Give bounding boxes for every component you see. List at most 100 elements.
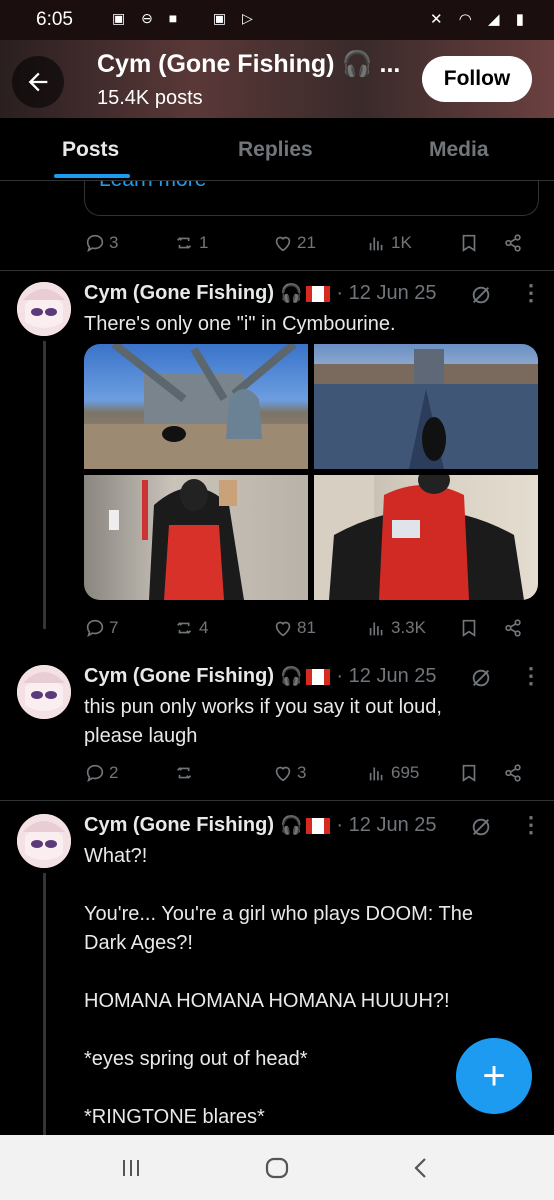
post-text-line	[84, 958, 524, 987]
post-date[interactable]: · 12 Jun 25	[336, 282, 436, 305]
bookmark-button[interactable]	[458, 762, 480, 784]
author-name[interactable]: Cym (Gone Fishing)	[84, 282, 274, 305]
canada-flag-icon	[306, 285, 331, 302]
media-image-1[interactable]	[84, 344, 308, 469]
bookmark-button[interactable]	[458, 617, 480, 639]
share-button[interactable]	[502, 617, 524, 639]
bookmark-icon	[462, 764, 476, 782]
views-icon	[369, 767, 383, 781]
follow-button[interactable]: Follow	[422, 56, 532, 102]
avatar-image	[17, 665, 71, 719]
views-icon	[369, 237, 383, 251]
reply-icon	[86, 764, 104, 783]
tab-media[interactable]: Media	[429, 138, 489, 162]
reply-button[interactable]: 7	[84, 617, 118, 639]
learn-more-card[interactable]: Learn more	[84, 181, 539, 216]
avatar-image	[17, 282, 71, 336]
home-icon[interactable]	[264, 1156, 290, 1180]
recent-apps-icon[interactable]	[120, 1157, 142, 1179]
bookmark-icon	[462, 619, 476, 637]
grok-icon[interactable]	[470, 667, 492, 689]
canada-flag-icon	[306, 668, 331, 685]
like-count: 21	[297, 233, 316, 252]
post-text: this pun only works if you say it out lo…	[84, 693, 524, 751]
reply-count: 3	[109, 233, 119, 252]
post-divider	[0, 800, 554, 801]
tab-posts[interactable]: Posts	[62, 138, 119, 162]
back-nav-icon[interactable]	[410, 1156, 432, 1180]
reply-button[interactable]: 2	[84, 762, 118, 784]
more-options-icon[interactable]: ⋮	[520, 812, 542, 838]
view-count: 695	[391, 763, 420, 782]
views-icon	[369, 622, 383, 636]
view-count: 1K	[391, 233, 412, 252]
learn-more-link[interactable]: Learn more	[99, 181, 206, 192]
share-icon	[505, 764, 521, 782]
post-header: Cym (Gone Fishing) 🎧 · 12 Jun 25	[84, 814, 437, 837]
repost-button[interactable]: 1	[174, 232, 208, 254]
post-date[interactable]: · 12 Jun 25	[336, 665, 436, 688]
system-icons: ✕ ◠ ◢ ▮	[430, 11, 530, 28]
headphones-emoji: 🎧	[280, 815, 303, 835]
profile-tabs: Posts Replies Media	[0, 118, 554, 181]
post-text: There's only one "i" in Cymbourine.	[84, 313, 396, 335]
like-button[interactable]: 21	[272, 232, 316, 254]
reply-count: 2	[109, 763, 119, 782]
back-button[interactable]	[12, 56, 64, 108]
profile-header: Cym (Gone Fishing) 🎧 ... 15.4K posts Fol…	[0, 40, 554, 118]
views-button[interactable]: 1K	[366, 232, 412, 254]
avatar[interactable]	[17, 665, 71, 719]
repost-icon	[177, 767, 192, 779]
post-text-line: HOMANA HOMANA HOMANA HUUUH?!	[84, 990, 450, 1012]
author-name[interactable]: Cym (Gone Fishing)	[84, 665, 274, 688]
arrow-left-icon	[28, 72, 48, 92]
post-text-line	[84, 1016, 524, 1045]
like-count: 81	[297, 618, 316, 637]
post-text-line: *RINGTONE blares*	[84, 1106, 265, 1128]
post-text-line: Dark Ages?!	[84, 932, 193, 954]
repost-count: 4	[199, 618, 209, 637]
bookmark-icon	[462, 234, 476, 252]
media-image-2[interactable]	[314, 344, 538, 469]
bookmark-button[interactable]	[458, 232, 480, 254]
heart-icon	[275, 621, 291, 637]
grok-icon[interactable]	[470, 816, 492, 838]
repost-count: 1	[199, 233, 209, 252]
repost-button[interactable]: 4	[174, 617, 208, 639]
views-button[interactable]: 3.3K	[366, 617, 426, 639]
share-button[interactable]	[502, 762, 524, 784]
reply-button[interactable]: 3	[84, 232, 118, 254]
post-date[interactable]: · 12 Jun 25	[336, 814, 436, 837]
tab-replies[interactable]: Replies	[238, 138, 313, 162]
like-count: 3	[297, 763, 307, 782]
views-button[interactable]: 695	[366, 762, 419, 784]
post-text-line	[84, 871, 524, 900]
author-name[interactable]: Cym (Gone Fishing)	[84, 814, 274, 837]
post-divider	[0, 270, 554, 271]
avatar[interactable]	[17, 814, 71, 868]
compose-button[interactable]: +	[456, 1038, 532, 1114]
more-options-icon[interactable]: ⋮	[520, 663, 542, 689]
grok-icon[interactable]	[470, 284, 492, 306]
like-button[interactable]: 3	[272, 762, 306, 784]
status-time: 6:05	[36, 9, 73, 30]
repost-button[interactable]	[174, 762, 199, 784]
share-icon	[505, 619, 521, 637]
canada-flag-icon	[306, 817, 331, 834]
headphones-emoji: 🎧	[280, 666, 303, 686]
like-button[interactable]: 81	[272, 617, 316, 639]
heart-icon	[275, 766, 291, 782]
tab-indicator	[54, 174, 130, 178]
avatar[interactable]	[17, 282, 71, 336]
post-header: Cym (Gone Fishing) 🎧 · 12 Jun 25	[84, 282, 437, 305]
share-button[interactable]	[502, 232, 524, 254]
more-options-icon[interactable]: ⋮	[520, 280, 542, 306]
post-media-grid	[84, 344, 538, 600]
post-actions: 7 4 81 3.3K	[84, 617, 536, 643]
reply-icon	[86, 234, 104, 253]
heart-icon	[275, 236, 291, 252]
profile-name: Cym (Gone Fishing) 🎧 ...	[97, 50, 401, 78]
media-image-3[interactable]	[84, 475, 308, 600]
media-image-4[interactable]	[314, 475, 538, 600]
post-header: Cym (Gone Fishing) 🎧 · 12 Jun 25	[84, 665, 437, 688]
